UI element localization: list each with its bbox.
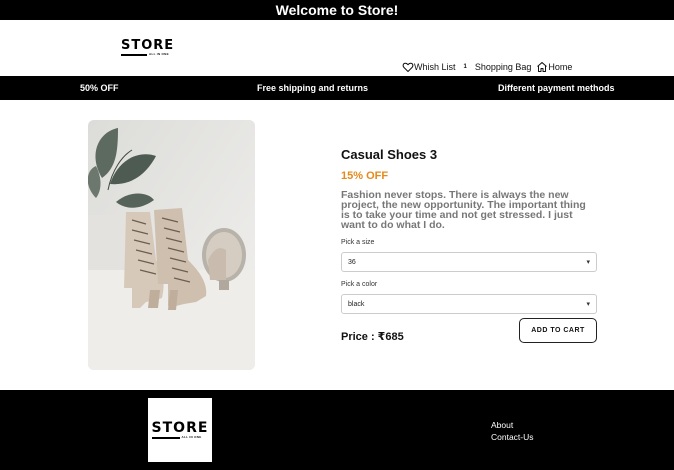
welcome-title: Welcome to Store! (275, 2, 399, 18)
bag-count-badge: 1 (463, 64, 467, 70)
size-select[interactable]: 36 ▾ (341, 252, 597, 272)
product-details: Casual Shoes 3 15% OFF Fashion never sto… (341, 147, 597, 314)
add-to-cart-button[interactable]: ADD TO CART (519, 318, 597, 343)
promo-payment: Different payment methods (498, 83, 615, 93)
footer-logo-tagline-row: ALL IN ONE (151, 435, 202, 439)
logo-tagline: ALL IN ONE (149, 52, 169, 56)
header-nav: Whish List 1 Shopping Bag Home (402, 61, 572, 73)
promo-discount: 50% OFF (80, 83, 119, 93)
footer-logo-text: STORE (151, 420, 209, 436)
site-footer: STORE ALL IN ONE About Contact-Us (0, 390, 674, 470)
welcome-banner: Welcome to Store! (0, 0, 674, 20)
color-select[interactable]: black ▾ (341, 294, 597, 314)
store-logo[interactable]: STORE ALL IN ONE (121, 39, 174, 56)
logo-tagline-row: ALL IN ONE (121, 53, 169, 56)
footer-logo-inner: STORE ALL IN ONE (151, 420, 209, 439)
home-label: Home (548, 62, 573, 72)
product-title: Casual Shoes 3 (341, 147, 438, 162)
footer-links: About Contact-Us (491, 419, 534, 443)
chevron-down-icon: ▾ (586, 259, 590, 266)
product-section: Casual Shoes 3 15% OFF Fashion never sto… (0, 100, 674, 390)
site-header: STORE ALL IN ONE Whish List 1 Shopping B… (0, 20, 674, 76)
product-price: Price : ₹685 (341, 331, 404, 343)
color-label: Pick a color (341, 281, 378, 288)
promo-bar: 50% OFF Free shipping and returns Differ… (0, 76, 674, 100)
heart-icon (402, 61, 414, 73)
color-value: black (348, 300, 365, 308)
footer-link-about[interactable]: About (491, 419, 534, 431)
promo-shipping: Free shipping and returns (257, 83, 369, 93)
product-image (88, 120, 255, 370)
shopping-bag-link[interactable]: Shopping Bag (475, 62, 532, 72)
footer-logo-tagline: ALL IN ONE (181, 435, 202, 439)
size-value: 36 (348, 258, 356, 266)
footer-link-contact[interactable]: Contact-Us (491, 431, 534, 443)
home-icon (536, 61, 548, 73)
home-link[interactable]: Home (536, 61, 572, 73)
footer-logo-underline (151, 436, 180, 439)
chevron-down-icon: ▾ (586, 301, 590, 308)
wishlist-label: Whish List (414, 62, 456, 72)
product-discount: 15% OFF (341, 170, 389, 182)
footer-logo[interactable]: STORE ALL IN ONE (148, 398, 212, 462)
logo-text: STORE (121, 38, 175, 53)
wishlist-link[interactable]: Whish List (402, 61, 456, 73)
logo-underline (121, 53, 147, 56)
shopping-bag-label: Shopping Bag (474, 62, 532, 72)
size-label: Pick a size (341, 239, 375, 246)
product-description: Fashion never stops. There is always the… (341, 189, 586, 231)
